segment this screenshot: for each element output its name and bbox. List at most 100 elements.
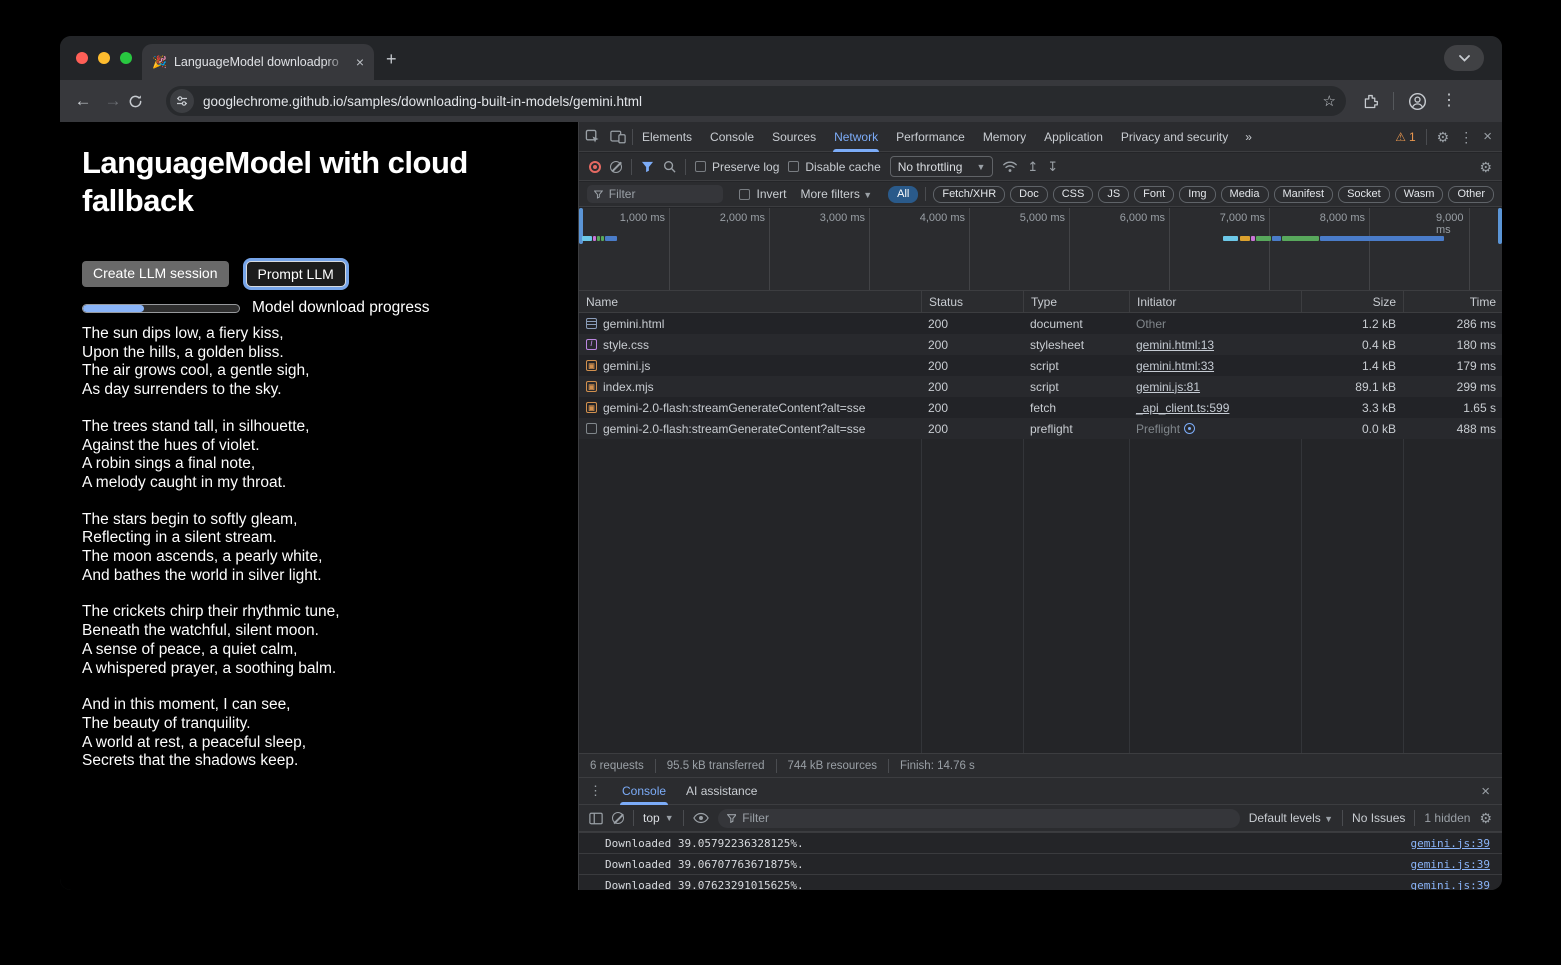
filter-icon[interactable] [641,161,654,173]
drawer-tab-ai-assistance[interactable]: AI assistance [676,777,767,805]
devtools-tab-performance[interactable]: Performance [887,122,974,152]
forward-button[interactable]: → [98,91,128,111]
close-tab-icon[interactable]: × [356,55,364,69]
network-overview-timeline[interactable]: 1,000 ms2,000 ms3,000 ms4,000 ms5,000 ms… [579,208,1502,291]
column-header-type[interactable]: Type [1023,291,1129,313]
search-icon[interactable] [663,160,676,173]
close-devtools-icon[interactable]: × [1483,129,1492,144]
filter-chip-js[interactable]: JS [1098,186,1129,203]
devtools-tab-memory[interactable]: Memory [974,122,1035,152]
drawer-menu-icon[interactable]: ⋮ [579,783,612,799]
back-button[interactable]: ← [68,91,98,111]
address-bar[interactable]: googlechrome.github.io/samples/downloadi… [166,86,1346,116]
invert-checkbox[interactable]: Invert [739,187,786,201]
filter-chip-manifest[interactable]: Manifest [1274,186,1334,203]
table-row[interactable]: gemini.html200documentOther1.2 kB286 ms [579,313,1502,334]
issues-counter[interactable]: No Issues [1352,811,1405,825]
filter-text-field[interactable] [609,187,717,201]
filter-chip-fetch-xhr[interactable]: Fetch/XHR [933,186,1005,203]
initiator-link[interactable]: gemini.html:33 [1136,359,1214,373]
column-header-time[interactable]: Time [1403,291,1502,313]
network-conditions-icon[interactable] [1002,160,1018,173]
inspect-element-icon[interactable] [585,129,600,144]
close-drawer-icon[interactable]: × [1481,784,1502,799]
extensions-icon[interactable] [1362,93,1379,110]
filter-chip-doc[interactable]: Doc [1010,186,1048,203]
console-source-link[interactable]: gemini.js:39 [1411,837,1490,850]
clear-console-button[interactable] [612,812,624,824]
create-llm-session-button[interactable]: Create LLM session [82,261,229,287]
initiator-link[interactable]: gemini.html:13 [1136,338,1214,352]
throttling-dropdown[interactable]: No throttling▼ [890,156,994,177]
filter-chip-media[interactable]: Media [1221,186,1269,203]
column-header-name[interactable]: Name [579,291,921,313]
settings-gear-icon[interactable]: ⚙ [1437,130,1450,144]
filter-chip-all[interactable]: All [888,186,918,203]
column-header-initiator[interactable]: Initiator [1129,291,1301,313]
console-source-link[interactable]: gemini.js:39 [1411,879,1490,891]
disable-cache-checkbox[interactable]: Disable cache [788,160,880,174]
devtools-tab-console[interactable]: Console [701,122,763,152]
close-window-button[interactable] [76,52,88,64]
network-settings-gear-icon[interactable]: ⚙ [1479,160,1492,174]
overview-right-handle[interactable] [1498,208,1502,244]
devtools-tab-application[interactable]: Application [1035,122,1112,152]
device-toolbar-icon[interactable] [610,130,626,144]
filter-chip-socket[interactable]: Socket [1338,186,1390,203]
filter-chip-wasm[interactable]: Wasm [1395,186,1444,203]
console-filter-field[interactable] [742,811,1230,825]
divider [685,159,686,175]
filter-funnel-icon [594,190,603,199]
table-row[interactable]: gemini-2.0-flash:streamGenerateContent?a… [579,418,1502,439]
site-settings-button[interactable] [170,89,194,113]
javascript-context-dropdown[interactable]: top▼ [643,811,674,825]
console-source-link[interactable]: gemini.js:39 [1411,858,1490,871]
preserve-log-checkbox[interactable]: Preserve log [695,160,779,174]
devtools-tab-elements[interactable]: Elements [633,122,701,152]
drawer-tab-console[interactable]: Console [612,777,676,805]
cell-name: ▣gemini.js [579,355,921,376]
cell-status: 200 [921,334,1023,355]
import-har-icon[interactable]: ↥ [1027,160,1038,173]
clear-network-log-button[interactable] [610,161,622,173]
minimize-window-button[interactable] [98,52,110,64]
preflight-info-icon[interactable] [1184,423,1195,434]
filter-chip-other[interactable]: Other [1448,186,1494,203]
more-panels-button[interactable]: » [1237,130,1260,144]
network-filter-input[interactable] [587,185,723,203]
devtools-menu-icon[interactable]: ⋮ [1459,130,1473,144]
warning-badge[interactable]: ⚠1 [1395,130,1415,144]
reload-button[interactable] [128,94,158,109]
maximize-window-button[interactable] [120,52,132,64]
bookmark-star-icon[interactable]: ☆ [1323,92,1336,110]
cell-time: 299 ms [1403,376,1502,397]
table-row[interactable]: ▣index.mjs200scriptgemini.js:8189.1 kB29… [579,376,1502,397]
console-filter-input[interactable] [718,809,1240,828]
browser-menu-icon[interactable]: ⋮ [1441,93,1457,109]
default-levels-dropdown[interactable]: Default levels ▼ [1249,811,1333,825]
console-sidebar-toggle-icon[interactable] [589,812,603,825]
tab-search-button[interactable] [1444,45,1484,71]
profile-avatar-icon[interactable] [1408,92,1427,111]
prompt-llm-button[interactable]: Prompt LLM [246,261,346,287]
export-har-icon[interactable]: ↧ [1047,160,1058,173]
initiator-link[interactable]: gemini.js:81 [1136,380,1200,394]
table-row[interactable]: /style.css200stylesheetgemini.html:130.4… [579,334,1502,355]
devtools-tab-privacy-and-security[interactable]: Privacy and security [1112,122,1237,152]
browser-tab[interactable]: 🎉 LanguageModel downloadpro × [142,44,374,80]
filter-chip-css[interactable]: CSS [1053,186,1094,203]
record-network-log-button[interactable] [589,161,601,173]
live-expression-eye-icon[interactable] [693,812,709,824]
filter-chip-font[interactable]: Font [1134,186,1174,203]
table-row[interactable]: ▣gemini.js200scriptgemini.html:331.4 kB1… [579,355,1502,376]
more-filters-dropdown[interactable]: More filters ▼ [801,187,873,201]
column-header-size[interactable]: Size [1301,291,1403,313]
devtools-tab-network[interactable]: Network [825,122,887,152]
new-tab-button[interactable]: + [386,50,397,68]
devtools-tab-sources[interactable]: Sources [763,122,825,152]
table-row[interactable]: ▣gemini-2.0-flash:streamGenerateContent?… [579,397,1502,418]
console-settings-gear-icon[interactable]: ⚙ [1479,811,1492,825]
column-header-status[interactable]: Status [921,291,1023,313]
initiator-link[interactable]: _api_client.ts:599 [1136,401,1229,415]
filter-chip-img[interactable]: Img [1179,186,1215,203]
